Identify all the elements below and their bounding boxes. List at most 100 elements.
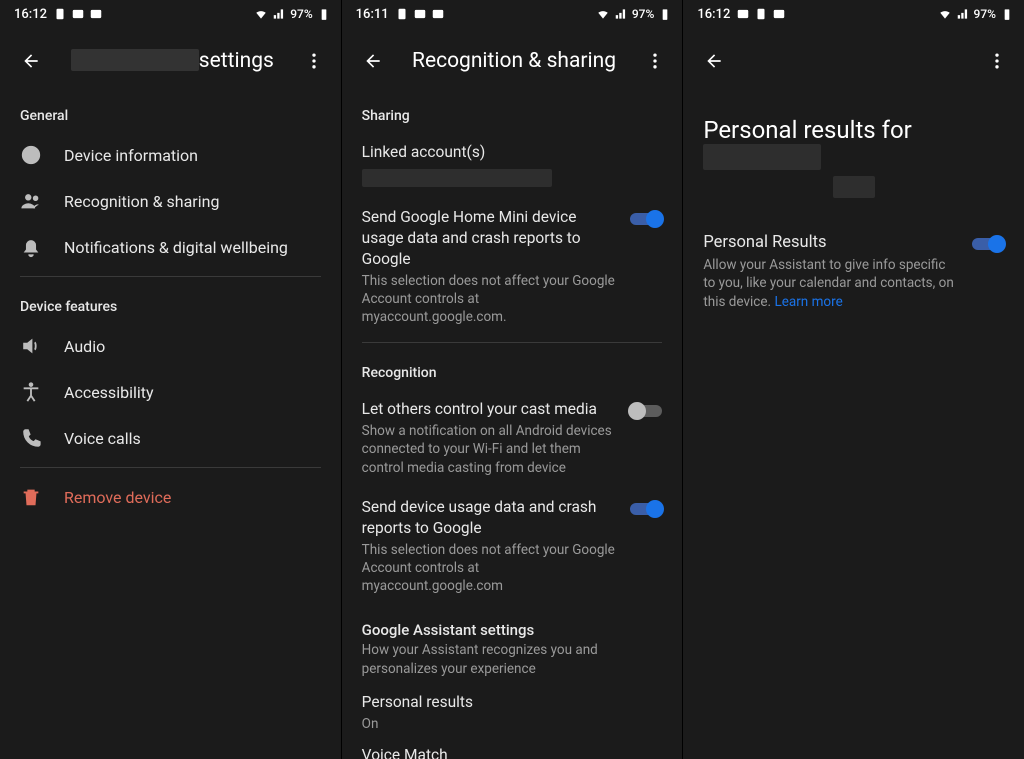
back-button[interactable] (697, 44, 731, 78)
item-remove-device[interactable]: Remove device (0, 474, 341, 520)
label: Personal Results (703, 232, 960, 254)
people-icon (20, 190, 42, 212)
status-bar: 16:12 97% (683, 0, 1024, 24)
overflow-menu-button[interactable] (297, 44, 331, 78)
battery-icon (317, 7, 331, 21)
label: Device information (64, 146, 198, 165)
image-icon (413, 7, 427, 21)
overflow-menu-button[interactable] (980, 44, 1014, 78)
panel-recognition-sharing: 16:11 97% Recognition & sharing Sharing … (342, 0, 683, 759)
divider (20, 276, 321, 277)
signal-icon (614, 7, 628, 21)
image2-icon (772, 7, 786, 21)
voice-match-row[interactable]: Voice Match On (342, 739, 683, 759)
app-bar: Recognition & sharing (342, 24, 683, 92)
page-title: settings (48, 49, 297, 73)
toggle-send-home-mini[interactable] (630, 211, 662, 227)
label: Remove device (64, 488, 171, 507)
item-notifications[interactable]: Notifications & digital wellbeing (0, 224, 341, 270)
status-bar: 16:11 97% (342, 0, 683, 24)
personal-results-row[interactable]: Personal results On (342, 686, 683, 739)
panel-device-settings: 16:12 97% settings General Device inform… (0, 0, 341, 759)
clock: 16:11 (356, 7, 389, 22)
send-usage-row[interactable]: Send device usage data and crash reports… (342, 487, 683, 606)
label: Send device usage data and crash reports… (362, 497, 619, 539)
speaker-icon (20, 335, 42, 357)
divider (20, 467, 321, 468)
phone-icon (20, 427, 42, 449)
battery-icon (1000, 7, 1014, 21)
learn-more-link[interactable]: Learn more (774, 294, 842, 310)
description: This selection does not affect your Goog… (362, 272, 619, 327)
clock: 16:12 (14, 7, 47, 22)
accessibility-icon (20, 381, 42, 403)
item-audio[interactable]: Audio (0, 323, 341, 369)
battery-percent: 97% (974, 7, 996, 21)
battery-percent: 97% (632, 7, 654, 21)
page-title: Personal results for (683, 82, 1024, 208)
item-accessibility[interactable]: Accessibility (0, 369, 341, 415)
image-icon (736, 7, 750, 21)
label: Recognition & sharing (64, 192, 219, 211)
overflow-menu-button[interactable] (638, 44, 672, 78)
section-sharing: Sharing (342, 92, 683, 132)
toggle-send-usage[interactable] (630, 501, 662, 517)
wifi-icon (596, 7, 610, 21)
wifi-icon (254, 7, 268, 21)
status-right-icons: 97% (254, 7, 330, 21)
signal-icon (272, 7, 286, 21)
section-device-features: Device features (0, 283, 341, 323)
section-recognition: Recognition (342, 349, 683, 389)
status-bar: 16:12 97% (0, 0, 341, 24)
description: Show a notification on all Android devic… (362, 422, 619, 477)
back-button[interactable] (14, 44, 48, 78)
info-icon (20, 144, 42, 166)
label: Audio (64, 337, 105, 356)
label: Voice Match (362, 745, 663, 759)
description: This selection does not affect your Goog… (362, 541, 619, 596)
value: On (362, 715, 663, 733)
battery-icon (658, 7, 672, 21)
card-icon (53, 7, 67, 21)
signal-icon (956, 7, 970, 21)
image2-icon (431, 7, 445, 21)
status-left-icons (53, 7, 103, 21)
trash-icon (20, 486, 42, 508)
linked-accounts-row[interactable]: Linked account(s) (342, 132, 683, 197)
toggle-cast-media[interactable] (630, 403, 662, 419)
label: Voice calls (64, 429, 141, 448)
panel-personal-results: 16:12 97% Personal results for Personal … (683, 0, 1024, 759)
description: Allow your Assistant to give info specif… (703, 256, 960, 311)
wifi-icon (938, 7, 952, 21)
item-device-information[interactable]: Device information (0, 132, 341, 178)
back-button[interactable] (356, 44, 390, 78)
label: Personal results (362, 692, 663, 713)
assistant-heading: Google Assistant settings (342, 605, 683, 641)
label: Notifications & digital wellbeing (64, 238, 288, 257)
label: Let others control your cast media (362, 399, 619, 420)
battery-percent: 97% (290, 7, 312, 21)
app-bar (683, 24, 1024, 82)
label: Accessibility (64, 383, 154, 402)
toggle-personal-results[interactable] (972, 236, 1004, 252)
assistant-desc: How your Assistant recognizes you and pe… (342, 641, 683, 685)
page-title-text: settings (199, 49, 274, 73)
section-general: General (0, 92, 341, 132)
cast-media-row[interactable]: Let others control your cast media Show … (342, 389, 683, 487)
page-title: Recognition & sharing (390, 49, 639, 73)
divider (362, 342, 663, 343)
label: Linked account(s) (362, 142, 663, 163)
card-icon (754, 7, 768, 21)
send-home-mini-row[interactable]: Send Google Home Mini device usage data … (342, 197, 683, 336)
bell-icon (20, 236, 42, 258)
personal-results-row[interactable]: Personal Results Allow your Assistant to… (683, 208, 1024, 321)
app-bar: settings (0, 24, 341, 92)
item-voice-calls[interactable]: Voice calls (0, 415, 341, 461)
card-icon (395, 7, 409, 21)
item-recognition-sharing[interactable]: Recognition & sharing (0, 178, 341, 224)
clock: 16:12 (697, 7, 730, 22)
image2-icon (89, 7, 103, 21)
label: Send Google Home Mini device usage data … (362, 207, 619, 270)
image-icon (71, 7, 85, 21)
page-title-text: Personal results for (703, 116, 911, 144)
